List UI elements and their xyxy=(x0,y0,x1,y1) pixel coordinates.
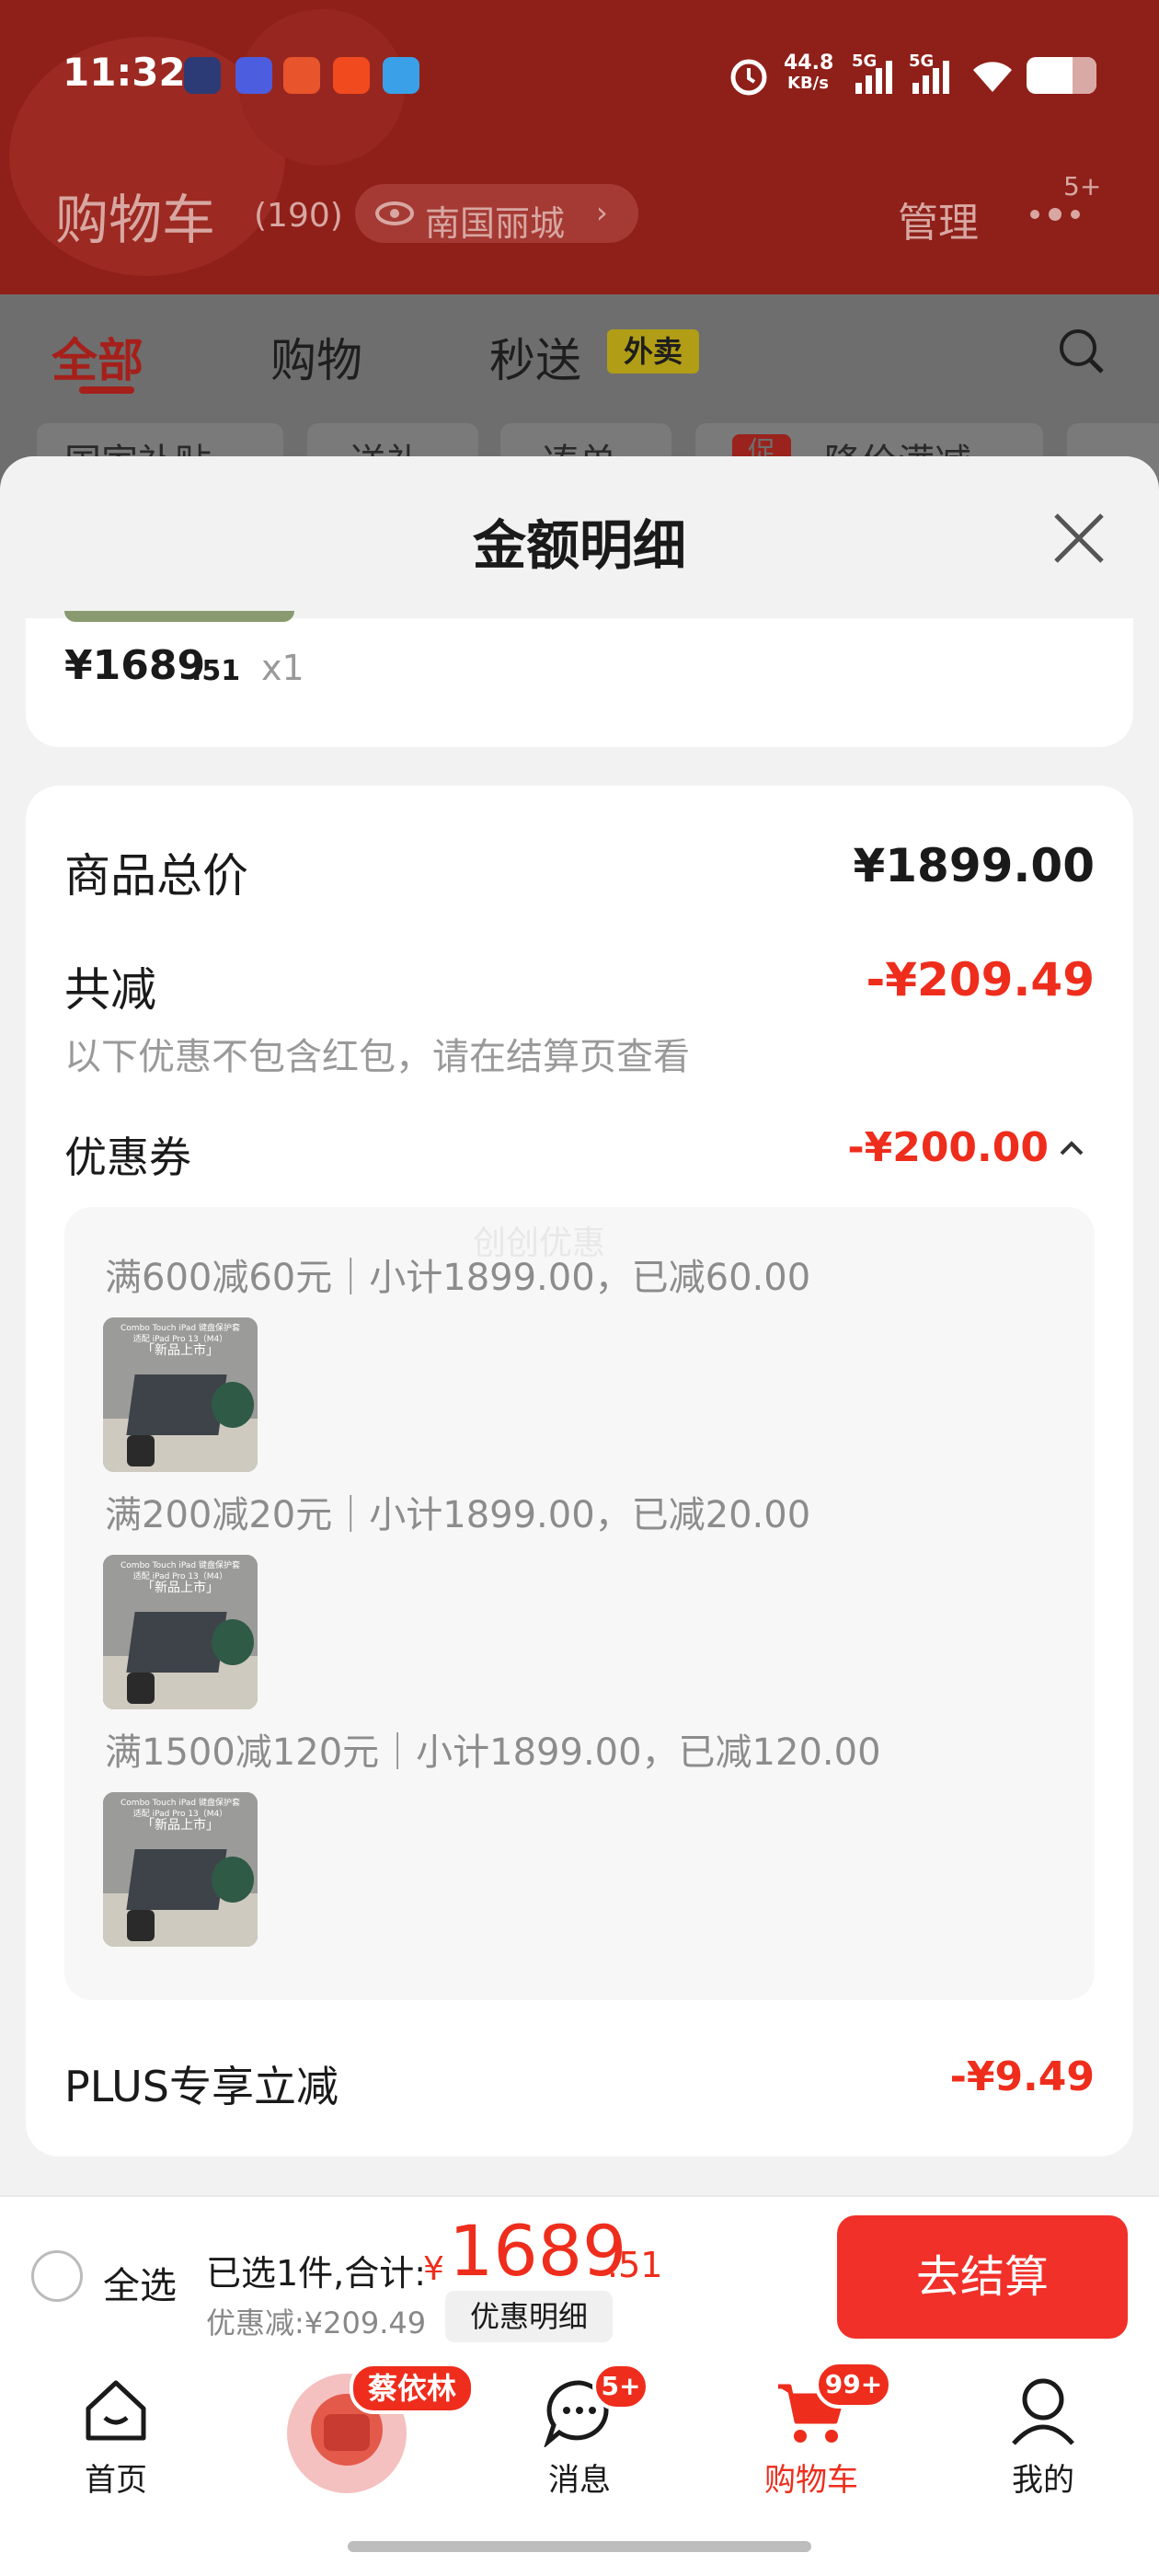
reduce-value: -¥209.49 xyxy=(866,953,1096,1006)
select-all-label[interactable]: 全选 xyxy=(103,2256,177,2309)
cart-count: (190) xyxy=(254,197,343,235)
coupon-item: 满1500减120元｜小计1899.00，已减120.00 xyxy=(105,1731,881,1774)
reduce-note: 以下优惠不包含红包，请在结算页查看 xyxy=(64,1036,690,1078)
status-time: 11:32 xyxy=(63,50,186,95)
sheet-title: 金额明细 xyxy=(472,514,686,577)
product-thumbnail: Combo Touch iPad 键盘保护套 适配 iPad Pro 13（M4）… xyxy=(103,1792,258,1947)
item-price-decimal: .51 xyxy=(191,655,241,687)
checkout-total-decimal: .51 xyxy=(607,2245,663,2285)
net-speed: 44.8 xyxy=(784,52,834,75)
signal-icon xyxy=(855,61,892,94)
tab-fast[interactable]: 秒送 xyxy=(489,324,581,390)
wifi-icon xyxy=(973,62,1012,92)
chevron-right-icon: › xyxy=(596,195,608,230)
telegram-icon xyxy=(383,57,419,94)
location-text: 南国丽城 xyxy=(425,203,566,244)
signal-icon xyxy=(912,61,949,94)
coupon-item: 满600减60元｜小计1899.00，已减60.00 xyxy=(105,1257,811,1299)
avatar-badge: 蔡依林 xyxy=(350,2363,475,2414)
page-title: 购物车 xyxy=(55,189,216,251)
checkout-button[interactable]: 去结算 xyxy=(837,2215,1128,2339)
coupon-item: 满200减20元｜小计1899.00，已减20.00 xyxy=(105,1494,811,1536)
checkout-total: 1689 xyxy=(449,2210,627,2292)
search-icon[interactable] xyxy=(1056,326,1107,377)
nav-mine[interactable]: 我的 xyxy=(970,2455,1117,2500)
discount-text: 优惠减:¥209.49 xyxy=(206,2306,427,2340)
net-unit: KB/s xyxy=(787,74,829,93)
plus-value: -¥9.49 xyxy=(949,2053,1095,2100)
item-price: ¥1689 xyxy=(64,642,206,689)
home-indicator xyxy=(348,2541,811,2552)
plus-label: PLUS专享立减 xyxy=(64,2062,339,2111)
close-icon[interactable] xyxy=(1050,510,1107,567)
app-man-icon xyxy=(283,57,320,94)
item-qty: x1 xyxy=(261,648,304,688)
waimai-badge: 外卖 xyxy=(607,329,699,374)
more-badge: 5+ xyxy=(1063,171,1102,201)
taobao-icon xyxy=(333,57,370,94)
discount-detail-button[interactable]: 优惠明细 xyxy=(445,2291,613,2342)
currency-symbol: ¥ xyxy=(423,2250,444,2288)
tab-all[interactable]: 全部 xyxy=(52,324,143,390)
coupon-label: 优惠券 xyxy=(64,1133,191,1182)
item-image-edge xyxy=(64,611,294,622)
alarm-icon xyxy=(730,59,767,96)
nav-home[interactable]: 首页 xyxy=(42,2455,189,2500)
product-thumbnail: Combo Touch iPad 键盘保护套 适配 iPad Pro 13（M4）… xyxy=(103,1555,258,1709)
home-icon[interactable] xyxy=(81,2377,151,2444)
coupon-value: -¥200.00 xyxy=(847,1124,1049,1171)
nav-messages[interactable]: 消息 xyxy=(506,2455,653,2500)
nav-cart[interactable]: 购物车 xyxy=(738,2455,885,2500)
product-thumbnail: Combo Touch iPad 键盘保护套 适配 iPad Pro 13（M4）… xyxy=(103,1317,258,1472)
eye-icon xyxy=(375,201,414,225)
selected-summary: 已选1件,合计: xyxy=(206,2253,427,2294)
select-all-checkbox[interactable] xyxy=(31,2250,83,2302)
chevron-up-icon[interactable] xyxy=(1058,1139,1085,1157)
tab-shopping[interactable]: 购物 xyxy=(270,324,362,390)
total-label: 商品总价 xyxy=(64,849,248,903)
app-video-icon xyxy=(184,57,221,94)
cart-badge: 99+ xyxy=(815,2361,892,2409)
messages-badge: 5+ xyxy=(592,2363,649,2410)
reduce-label: 共减 xyxy=(64,963,156,1017)
tab-indicator xyxy=(79,386,134,394)
vivo-icon xyxy=(235,57,272,94)
manage-button[interactable]: 管理 xyxy=(898,190,979,248)
battery-icon xyxy=(1027,57,1096,94)
total-value: ¥1899.00 xyxy=(853,839,1095,892)
profile-icon[interactable] xyxy=(1006,2374,1080,2447)
